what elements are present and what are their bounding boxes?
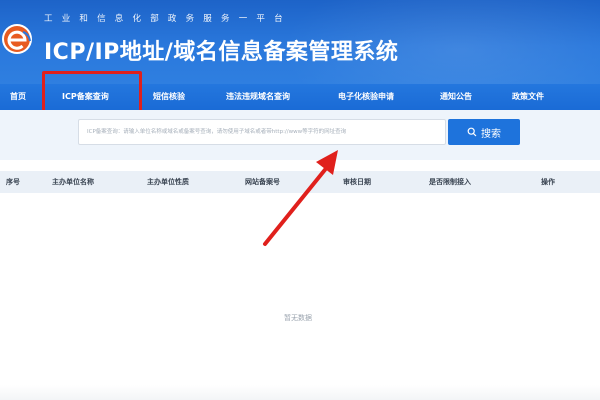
column-header-site-license: 网站备案号 [245, 178, 280, 186]
main-nav: 首页 ICP备案查询 短信核验 违法违规域名查询 电子化核验申请 通知公告 政策… [0, 84, 600, 110]
header-subtitle: 工业和信息化部政务服务一平台 [44, 14, 292, 24]
nav-item-e-verify[interactable]: 电子化核验申请 [338, 84, 394, 110]
e-logo-icon [2, 24, 32, 54]
site-header: 工业和信息化部政务服务一平台 ICP/IP地址/域名信息备案管理系统 [0, 0, 600, 84]
column-header-actions: 操作 [541, 178, 555, 186]
nav-item-sms-verify[interactable]: 短信核验 [153, 84, 185, 110]
search-button[interactable]: 搜索 [448, 119, 520, 145]
bottom-fade [0, 385, 600, 400]
results-table-header: 序号 主办单位名称 主办单位性质 网站备案号 审核日期 是否限制接入 操作 [0, 171, 600, 193]
nav-item-notices[interactable]: 通知公告 [440, 84, 472, 110]
site-title: ICP/IP地址/域名信息备案管理系统 [44, 40, 399, 65]
column-header-index: 序号 [6, 178, 20, 186]
nav-item-home[interactable]: 首页 [10, 84, 26, 110]
column-header-review-date: 审核日期 [343, 178, 371, 186]
column-header-restricted: 是否限制接入 [429, 178, 471, 186]
column-header-org-name: 主办单位名称 [52, 178, 94, 186]
nav-item-icp-query[interactable]: ICP备案查询 [62, 84, 109, 110]
search-button-label: 搜索 [481, 128, 501, 140]
search-icon [467, 127, 477, 137]
column-header-org-type: 主办单位性质 [147, 178, 189, 186]
search-input[interactable]: ICP备案查询：请输入单位名称或域名或备案号查询，请勿使用子域名或者带http:… [78, 119, 446, 145]
nav-item-policy[interactable]: 政策文件 [512, 84, 544, 110]
empty-state-text: 暂无数据 [284, 314, 312, 322]
nav-item-illegal-domain[interactable]: 违法违规域名查询 [226, 84, 290, 110]
